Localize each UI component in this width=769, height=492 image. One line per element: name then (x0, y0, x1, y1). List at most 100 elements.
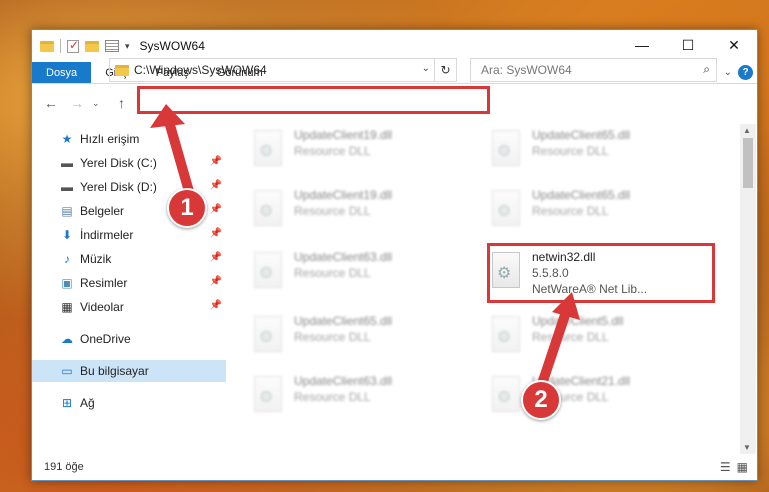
file-name: UpdateClient65.dll (532, 128, 631, 142)
pin-icon[interactable]: 📌 (210, 252, 222, 263)
dll-file-icon (254, 376, 282, 412)
file-name: UpdateClient63.dll (294, 374, 393, 388)
sidebar-item-this-pc[interactable]: ▭ Bu bilgisayar (32, 360, 226, 382)
file-name: UpdateClient19.dll (294, 128, 393, 142)
details-view-icon[interactable]: ☰ (720, 460, 731, 474)
ribbon-right-controls: ⌄ ? (724, 65, 753, 80)
file-description: Resource DLL (294, 266, 371, 280)
file-name: UpdateClient19.dll (294, 188, 393, 202)
cloud-icon: ☁ (61, 332, 73, 346)
file-description: Resource DLL (294, 204, 371, 218)
new-folder-icon[interactable] (85, 40, 99, 52)
list-item[interactable]: UpdateClient63.dll Resource DLL (250, 246, 470, 300)
star-icon: ★ (61, 132, 73, 146)
window-title: SysWOW64 (139, 39, 205, 53)
refresh-icon[interactable]: ↻ (434, 59, 456, 81)
search-input[interactable]: Ara: SysWOW64 ⌕ (470, 58, 717, 82)
sidebar-item-videos[interactable]: ▦ Videolar 📌 (32, 296, 226, 318)
pin-icon[interactable]: 📌 (210, 228, 222, 239)
list-item[interactable]: UpdateClient65.dll Resource DLL (250, 310, 470, 364)
divider (60, 39, 61, 53)
sidebar-item-label: OneDrive (80, 332, 131, 346)
scroll-thumb[interactable] (743, 138, 753, 188)
file-name: UpdateClient5.dll (532, 314, 624, 328)
drive-icon: ▬ (61, 180, 73, 194)
sidebar-item-label: Ağ (80, 396, 95, 410)
customize-icon[interactable] (105, 40, 119, 52)
maximize-button[interactable]: ☐ (665, 30, 711, 60)
sidebar-item-network[interactable]: ⊞ Ağ (32, 392, 226, 414)
sidebar-item-label: Belgeler (80, 204, 125, 218)
scroll-up-icon[interactable]: ▲ (743, 126, 751, 135)
file-description: Resource DLL (294, 330, 371, 344)
sidebar-item-downloads[interactable]: ⬇ İndirmeler 📌 (32, 224, 226, 246)
pictures-icon: ▣ (61, 276, 73, 290)
status-bar: 191 öğe ☰ ▦ (32, 456, 756, 478)
scroll-down-icon[interactable]: ▼ (743, 443, 751, 452)
search-icon[interactable]: ⌕ (703, 62, 710, 77)
sidebar-item-pictures[interactable]: ▣ Resimler 📌 (32, 272, 226, 294)
item-count: 191 öğe (44, 461, 84, 473)
chevron-down-icon[interactable]: ⌄ (422, 63, 430, 74)
dll-file-icon (254, 190, 282, 226)
tab-file[interactable]: Dosya (32, 62, 92, 83)
list-item[interactable]: UpdateClient5.dll Resource DLL (488, 310, 708, 364)
minimize-button[interactable]: — (619, 30, 665, 60)
address-bar[interactable]: C:\Windows\SysWOW64 ⌄ ↻ (109, 58, 457, 82)
file-description: Resource DLL (294, 144, 371, 158)
drive-icon: ▬ (61, 156, 73, 170)
recent-locations-chevron-icon[interactable]: ⌄ (92, 98, 100, 109)
callout-one: 1 (167, 188, 207, 228)
pin-icon[interactable]: 📌 (210, 156, 222, 167)
search-placeholder: Ara: SysWOW64 (481, 63, 572, 77)
back-arrow-icon[interactable]: ← (44, 95, 58, 111)
callout-two: 2 (521, 380, 561, 420)
folder-icon (40, 40, 54, 52)
file-description: Resource DLL (532, 204, 609, 218)
address-highlight-box (137, 86, 490, 114)
list-item[interactable]: UpdateClient65.dll Resource DLL (488, 184, 708, 238)
large-icons-view-icon[interactable]: ▦ (737, 460, 748, 474)
sidebar-item-onedrive[interactable]: ☁ OneDrive (32, 328, 226, 350)
file-name: UpdateClient65.dll (294, 314, 393, 328)
up-arrow-icon[interactable]: ↑ (118, 95, 125, 111)
sidebar-item-label: Müzik (80, 252, 112, 266)
list-item[interactable]: UpdateClient19.dll Resource DLL (250, 124, 470, 178)
network-icon: ⊞ (61, 396, 73, 410)
dll-file-icon (254, 316, 282, 352)
videos-icon: ▦ (61, 300, 73, 314)
documents-icon: ▤ (61, 204, 73, 218)
help-icon[interactable]: ? (738, 65, 753, 80)
list-item[interactable]: UpdateClient65.dll Resource DLL (488, 124, 708, 178)
view-toggle: ☰ ▦ (720, 460, 748, 474)
pin-icon[interactable]: 📌 (210, 300, 222, 311)
close-button[interactable]: ✕ (711, 30, 757, 60)
music-icon: ♪ (64, 252, 70, 266)
file-name: UpdateClient65.dll (532, 188, 631, 202)
vertical-scrollbar[interactable]: ▲ ▼ (740, 124, 756, 454)
expand-ribbon-icon[interactable]: ⌄ (724, 67, 732, 78)
file-highlight-box (487, 243, 715, 303)
list-item[interactable]: UpdateClient63.dll Resource DLL (250, 370, 470, 424)
sidebar-item-quick-access[interactable]: ★ Hızlı erişim (32, 128, 226, 150)
chevron-down-icon[interactable]: ▾ (125, 41, 130, 52)
sidebar-item-label: Videolar (80, 300, 124, 314)
sidebar-item-label: Hızlı erişim (80, 132, 140, 146)
list-item[interactable]: UpdateClient19.dll Resource DLL (250, 184, 470, 238)
pin-icon[interactable]: 📌 (210, 180, 222, 191)
sidebar-item-local-disk-c[interactable]: ▬ Yerel Disk (C:) 📌 (32, 152, 226, 174)
dll-file-icon (492, 316, 520, 352)
dll-file-icon (492, 130, 520, 166)
sidebar-item-label: Bu bilgisayar (80, 364, 149, 378)
properties-check-icon[interactable] (67, 38, 79, 53)
dll-file-icon (254, 130, 282, 166)
sidebar-item-music[interactable]: ♪ Müzik 📌 (32, 248, 226, 270)
forward-arrow-icon[interactable]: → (70, 95, 84, 111)
file-description: Resource DLL (532, 144, 609, 158)
navigation-pane: ★ Hızlı erişim ▬ Yerel Disk (C:) 📌 ▬ Yer… (32, 124, 226, 454)
sidebar-item-label: Yerel Disk (D:) (80, 180, 157, 194)
pin-icon[interactable]: 📌 (210, 276, 222, 287)
pin-icon[interactable]: 📌 (210, 204, 222, 215)
download-icon: ⬇ (61, 228, 73, 242)
dll-file-icon (492, 190, 520, 226)
